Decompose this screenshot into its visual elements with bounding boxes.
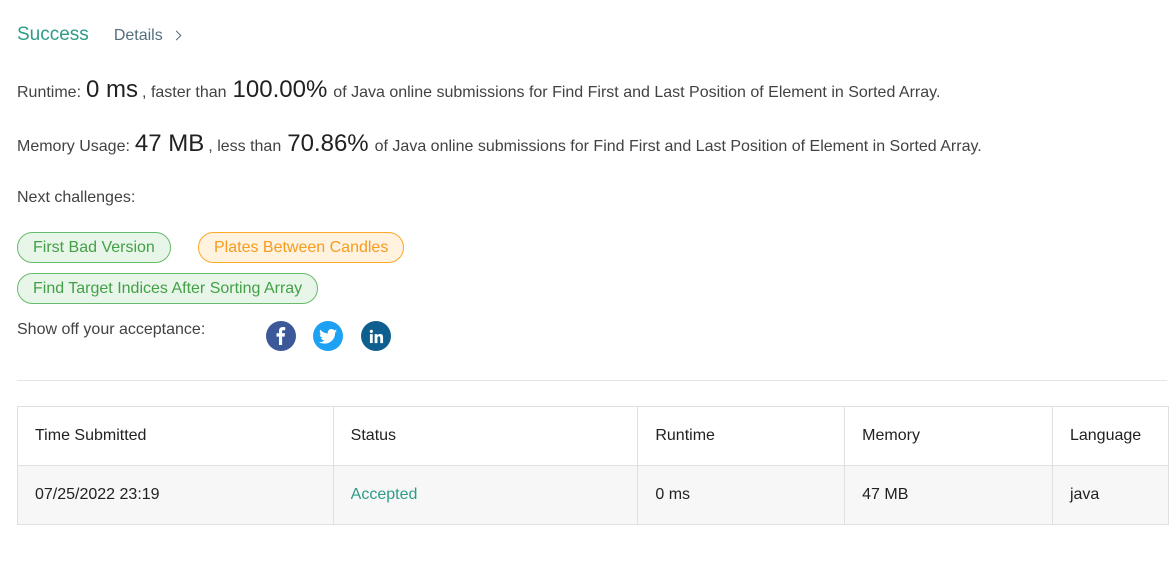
cell-status-link[interactable]: Accepted: [332, 465, 639, 525]
memory-middle: , less than: [208, 138, 282, 155]
share-row: Show off your acceptance:: [17, 321, 205, 339]
share-label: Show off your acceptance:: [17, 321, 206, 338]
chevron-right-icon: [171, 30, 182, 40]
section-divider: [17, 380, 1167, 381]
column-header-memory: Memory: [844, 406, 1053, 466]
memory-value: 47 MB: [134, 130, 205, 157]
challenge-chip-find-target-indices[interactable]: Find Target Indices After Sorting Array: [17, 273, 319, 304]
linkedin-icon[interactable]: [361, 321, 391, 351]
column-header-runtime: Runtime: [637, 406, 846, 466]
success-status: Success: [17, 24, 89, 45]
cell-time-submitted: 07/25/2022 23:19: [17, 465, 334, 525]
challenge-chip-first-bad-version[interactable]: First Bad Version: [17, 232, 171, 263]
cell-language: java: [1051, 465, 1169, 525]
twitter-icon[interactable]: [313, 321, 343, 351]
details-label[interactable]: Details: [114, 27, 163, 45]
next-challenges-label: Next challenges:: [17, 189, 136, 206]
twitter-glyph: [319, 328, 337, 344]
column-header-language: Language: [1051, 406, 1169, 466]
memory-label: Memory Usage:: [17, 138, 130, 155]
cell-runtime: 0 ms: [637, 465, 846, 525]
linkedin-glyph: [369, 329, 383, 343]
table-row: 07/25/2022 23:19 Accepted 0 ms 47 MB jav…: [17, 465, 1169, 525]
cell-memory: 47 MB: [844, 465, 1053, 525]
column-header-status: Status: [332, 406, 639, 466]
runtime-suffix: of Java online submissions for Find Firs…: [333, 84, 941, 101]
runtime-stat: Runtime: 0 ms , faster than 100.00% of J…: [17, 76, 940, 104]
submissions-table: Time Submitted Status Runtime Memory Lan…: [17, 406, 1169, 525]
runtime-middle: , faster than: [142, 84, 227, 101]
result-header: Success Details: [17, 24, 182, 46]
facebook-glyph: [276, 327, 286, 345]
memory-percent: 70.86%: [287, 130, 369, 157]
runtime-percent: 100.00%: [232, 76, 328, 103]
details-link[interactable]: Details: [114, 27, 182, 45]
runtime-value: 0 ms: [86, 76, 139, 103]
table-header-row: Time Submitted Status Runtime Memory Lan…: [17, 406, 1169, 466]
challenge-chip-plates-between-candles[interactable]: Plates Between Candles: [198, 232, 405, 263]
column-header-time-submitted: Time Submitted: [17, 406, 334, 466]
runtime-label: Runtime:: [17, 84, 82, 101]
facebook-icon[interactable]: [266, 321, 296, 351]
memory-stat: Memory Usage: 47 MB , less than 70.86% o…: [17, 130, 982, 158]
memory-suffix: of Java online submissions for Find Firs…: [374, 138, 982, 155]
